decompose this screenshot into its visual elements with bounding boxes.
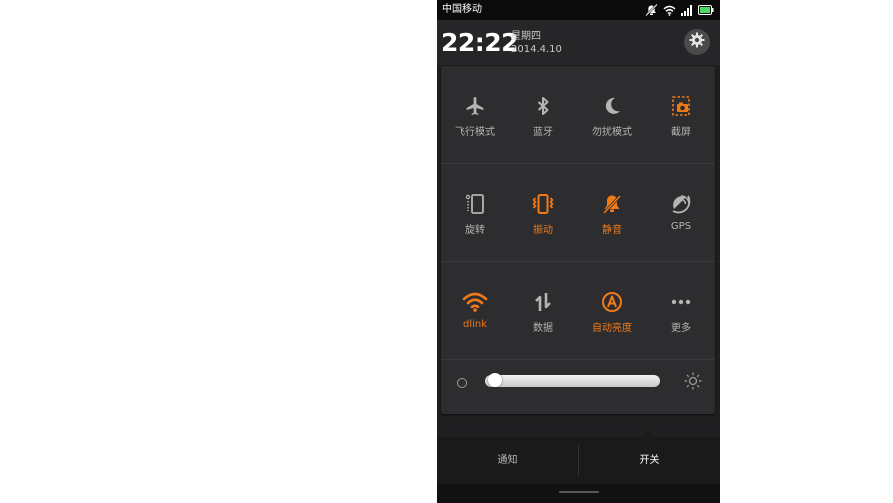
toggle-rotate[interactable]: 旋转 [441,164,509,261]
battery-status-icon [698,5,714,15]
weekday-label: 星期四 [511,31,541,42]
mute-bell-icon [578,192,646,216]
toggle-airplane[interactable]: 飞行模式 [441,66,509,163]
brightness-slider[interactable] [485,373,660,387]
data-arrows-icon [509,290,577,314]
brightness-low-icon [457,378,467,388]
toggle-label: 更多 [671,323,691,334]
toggle-label: 旋转 [465,225,485,236]
clock-time: 22:22 [441,28,519,57]
quick-settings-panel: 飞行模式 蓝牙 勿扰模式 截屏 旋转 振动 静音 GPS dlink 数据 自动… [441,66,715,414]
rotate-icon [441,192,509,216]
gear-icon [689,32,705,52]
bottom-tab-bar: 通知 开关 [437,431,720,484]
status-bar: 中国移动 [437,0,720,20]
tab-switches[interactable]: 开关 [579,437,720,484]
toggle-row-3: dlink 数据 自动亮度 更多 [441,262,715,360]
toggle-silent[interactable]: 静音 [578,164,646,261]
auto-brightness-icon [578,290,646,314]
toggle-dnd[interactable]: 勿扰模式 [578,66,646,163]
toggle-more[interactable]: 更多 [647,262,715,359]
gps-icon [647,192,715,216]
toggle-label: 飞行模式 [455,127,495,138]
toggle-bluetooth[interactable]: 蓝牙 [509,66,577,163]
date-block: 星期四 2014.4.10 [511,30,562,56]
brightness-high-icon [684,372,702,394]
more-dots-icon [647,290,715,314]
toggle-label: dlink [462,319,488,330]
settings-button[interactable] [684,29,710,55]
moon-icon [578,94,646,118]
status-icons [645,3,714,17]
brightness-slider-knob[interactable] [487,373,502,387]
toggle-label: 数据 [533,323,553,334]
date-label: 2014.4.10 [511,44,562,55]
vibrate-icon [509,192,577,216]
toggle-label: 自动亮度 [592,323,632,334]
tab-notifications[interactable]: 通知 [437,437,578,484]
toggle-label: 勿扰模式 [592,127,632,138]
toggle-vibrate[interactable]: 振动 [509,164,577,261]
navigation-bar [437,484,720,503]
mute-status-icon [645,4,658,16]
airplane-icon [441,94,509,118]
toggle-label: 蓝牙 [533,127,553,138]
toggle-row-2: 旋转 振动 静音 GPS [441,164,715,262]
brightness-row [441,360,715,414]
toggle-wifi[interactable]: dlink [441,262,509,359]
screenshot-icon [647,94,715,118]
wifi-status-icon [663,5,676,16]
bluetooth-icon [509,94,577,118]
signal-status-icon [681,4,693,16]
home-handle[interactable] [559,491,599,493]
clock-header: 22:22 星期四 2014.4.10 [437,20,720,65]
toggle-auto-brightness[interactable]: 自动亮度 [578,262,646,359]
toggle-data[interactable]: 数据 [509,262,577,359]
toggle-label: 静音 [602,225,622,236]
toggle-label: 截屏 [671,127,691,138]
toggle-label: 振动 [533,225,553,236]
toggle-label: GPS [670,221,692,232]
wifi-icon [441,290,509,314]
toggle-screenshot[interactable]: 截屏 [647,66,715,163]
toggle-row-1: 飞行模式 蓝牙 勿扰模式 截屏 [441,66,715,164]
carrier-name: 中国移动 [442,4,482,15]
phone-screen: 中国移动 22:22 星期四 2014.4.10 飞行模式 蓝牙 勿扰模式 截屏… [437,0,720,503]
toggle-gps[interactable]: GPS [647,164,715,261]
